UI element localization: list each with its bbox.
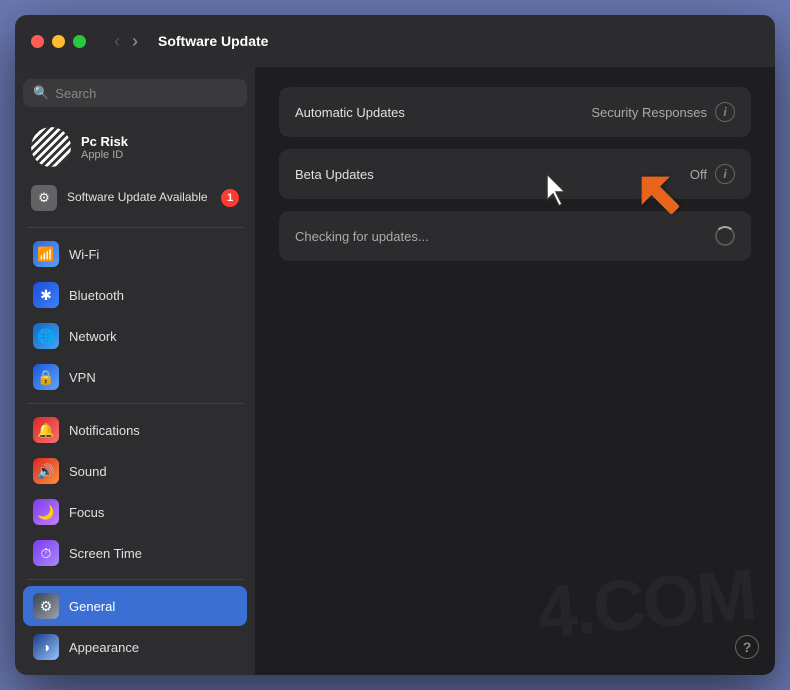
sidebar-divider-1 <box>27 227 243 228</box>
update-label: Software Update Available <box>67 190 211 206</box>
minimize-button[interactable] <box>52 35 65 48</box>
sidebar-label-sound: Sound <box>69 464 107 479</box>
user-info: Pc Risk Apple ID <box>81 134 128 161</box>
sidebar-label-bluetooth: Bluetooth <box>69 288 124 303</box>
settings-container: Automatic Updates Security Responses i B… <box>255 67 775 293</box>
sidebar-label-focus: Focus <box>69 505 104 520</box>
sidebar-label-network: Network <box>69 329 117 344</box>
bluetooth-icon: ✱ <box>33 282 59 308</box>
beta-updates-value: Off <box>690 167 707 182</box>
loading-spinner <box>715 226 735 246</box>
sidebar-item-notifications[interactable]: 🔔 Notifications <box>23 410 247 450</box>
automatic-updates-label: Automatic Updates <box>295 105 591 120</box>
beta-updates-row: Beta Updates Off i <box>279 149 751 199</box>
sidebar-label-wifi: Wi-Fi <box>69 247 99 262</box>
sidebar-label-general: General <box>69 599 115 614</box>
content-area: 🔍 Pc Risk Apple ID ⚙ Software Update Ava… <box>15 67 775 675</box>
sidebar-label-notifications: Notifications <box>69 423 140 438</box>
user-name: Pc Risk <box>81 134 128 149</box>
sidebar-item-bluetooth[interactable]: ✱ Bluetooth <box>23 275 247 315</box>
automatic-updates-row: Automatic Updates Security Responses i <box>279 87 751 137</box>
network-icon: 🌐 <box>33 323 59 349</box>
wifi-icon: 📶 <box>33 241 59 267</box>
checking-item: Checking for updates... <box>279 211 751 261</box>
titlebar: ‹ › Software Update <box>15 15 775 67</box>
watermark: 4.COM <box>534 554 758 655</box>
traffic-lights <box>31 35 86 48</box>
software-update-row[interactable]: ⚙ Software Update Available 1 <box>23 177 247 219</box>
close-button[interactable] <box>31 35 44 48</box>
beta-updates-info-btn[interactable]: i <box>715 164 735 184</box>
appearance-icon: ◑ <box>33 634 59 660</box>
avatar-image <box>31 127 71 167</box>
help-button[interactable]: ? <box>735 635 759 659</box>
forward-arrow[interactable]: › <box>128 31 142 52</box>
search-icon: 🔍 <box>33 85 49 101</box>
notifications-icon: 🔔 <box>33 417 59 443</box>
user-subtitle: Apple ID <box>81 149 128 161</box>
vpn-icon: 🔒 <box>33 364 59 390</box>
main-window: ‹ › Software Update 🔍 Pc Risk Apple ID <box>15 15 775 675</box>
nav-arrows: ‹ › <box>110 31 142 52</box>
checking-row: Checking for updates... <box>279 211 751 261</box>
sidebar-item-accessibility[interactable]: ♿ Accessibility <box>23 668 247 675</box>
sidebar-label-vpn: VPN <box>69 370 96 385</box>
back-arrow[interactable]: ‹ <box>110 31 124 52</box>
sidebar-item-focus[interactable]: 🌙 Focus <box>23 492 247 532</box>
window-title: Software Update <box>158 33 268 49</box>
search-input[interactable] <box>55 86 237 101</box>
sidebar-item-appearance[interactable]: ◑ Appearance <box>23 627 247 667</box>
avatar <box>31 127 71 167</box>
sidebar-item-screentime[interactable]: ⏱ Screen Time <box>23 533 247 573</box>
sidebar-items-list: 📶 Wi-Fi ✱ Bluetooth 🌐 Network <box>23 234 247 675</box>
main-content: 4.COM Automatic Updates Security Respons… <box>255 67 775 675</box>
sidebar-divider-2 <box>27 403 243 404</box>
focus-icon: 🌙 <box>33 499 59 525</box>
maximize-button[interactable] <box>73 35 86 48</box>
update-badge: 1 <box>221 189 239 207</box>
automatic-updates-item[interactable]: Automatic Updates Security Responses i <box>279 87 751 137</box>
sidebar-item-network[interactable]: 🌐 Network <box>23 316 247 356</box>
checking-label: Checking for updates... <box>295 229 715 244</box>
sidebar-item-vpn[interactable]: 🔒 VPN <box>23 357 247 397</box>
sidebar-divider-3 <box>27 579 243 580</box>
automatic-updates-value: Security Responses <box>591 105 707 120</box>
sound-icon: 🔊 <box>33 458 59 484</box>
beta-updates-label: Beta Updates <box>295 167 690 182</box>
update-icon-symbol: ⚙ <box>38 190 50 206</box>
update-icon: ⚙ <box>31 185 57 211</box>
sidebar-item-wifi[interactable]: 📶 Wi-Fi <box>23 234 247 274</box>
screentime-icon: ⏱ <box>33 540 59 566</box>
general-icon: ⚙ <box>33 593 59 619</box>
user-profile[interactable]: Pc Risk Apple ID <box>23 121 247 177</box>
sidebar-label-screentime: Screen Time <box>69 546 142 561</box>
beta-updates-item[interactable]: Beta Updates Off i <box>279 149 751 199</box>
sidebar-item-general[interactable]: ⚙ General <box>23 586 247 626</box>
sidebar-label-appearance: Appearance <box>69 640 139 655</box>
sidebar: 🔍 Pc Risk Apple ID ⚙ Software Update Ava… <box>15 67 255 675</box>
sidebar-item-sound[interactable]: 🔊 Sound <box>23 451 247 491</box>
search-bar[interactable]: 🔍 <box>23 79 247 107</box>
automatic-updates-info-btn[interactable]: i <box>715 102 735 122</box>
